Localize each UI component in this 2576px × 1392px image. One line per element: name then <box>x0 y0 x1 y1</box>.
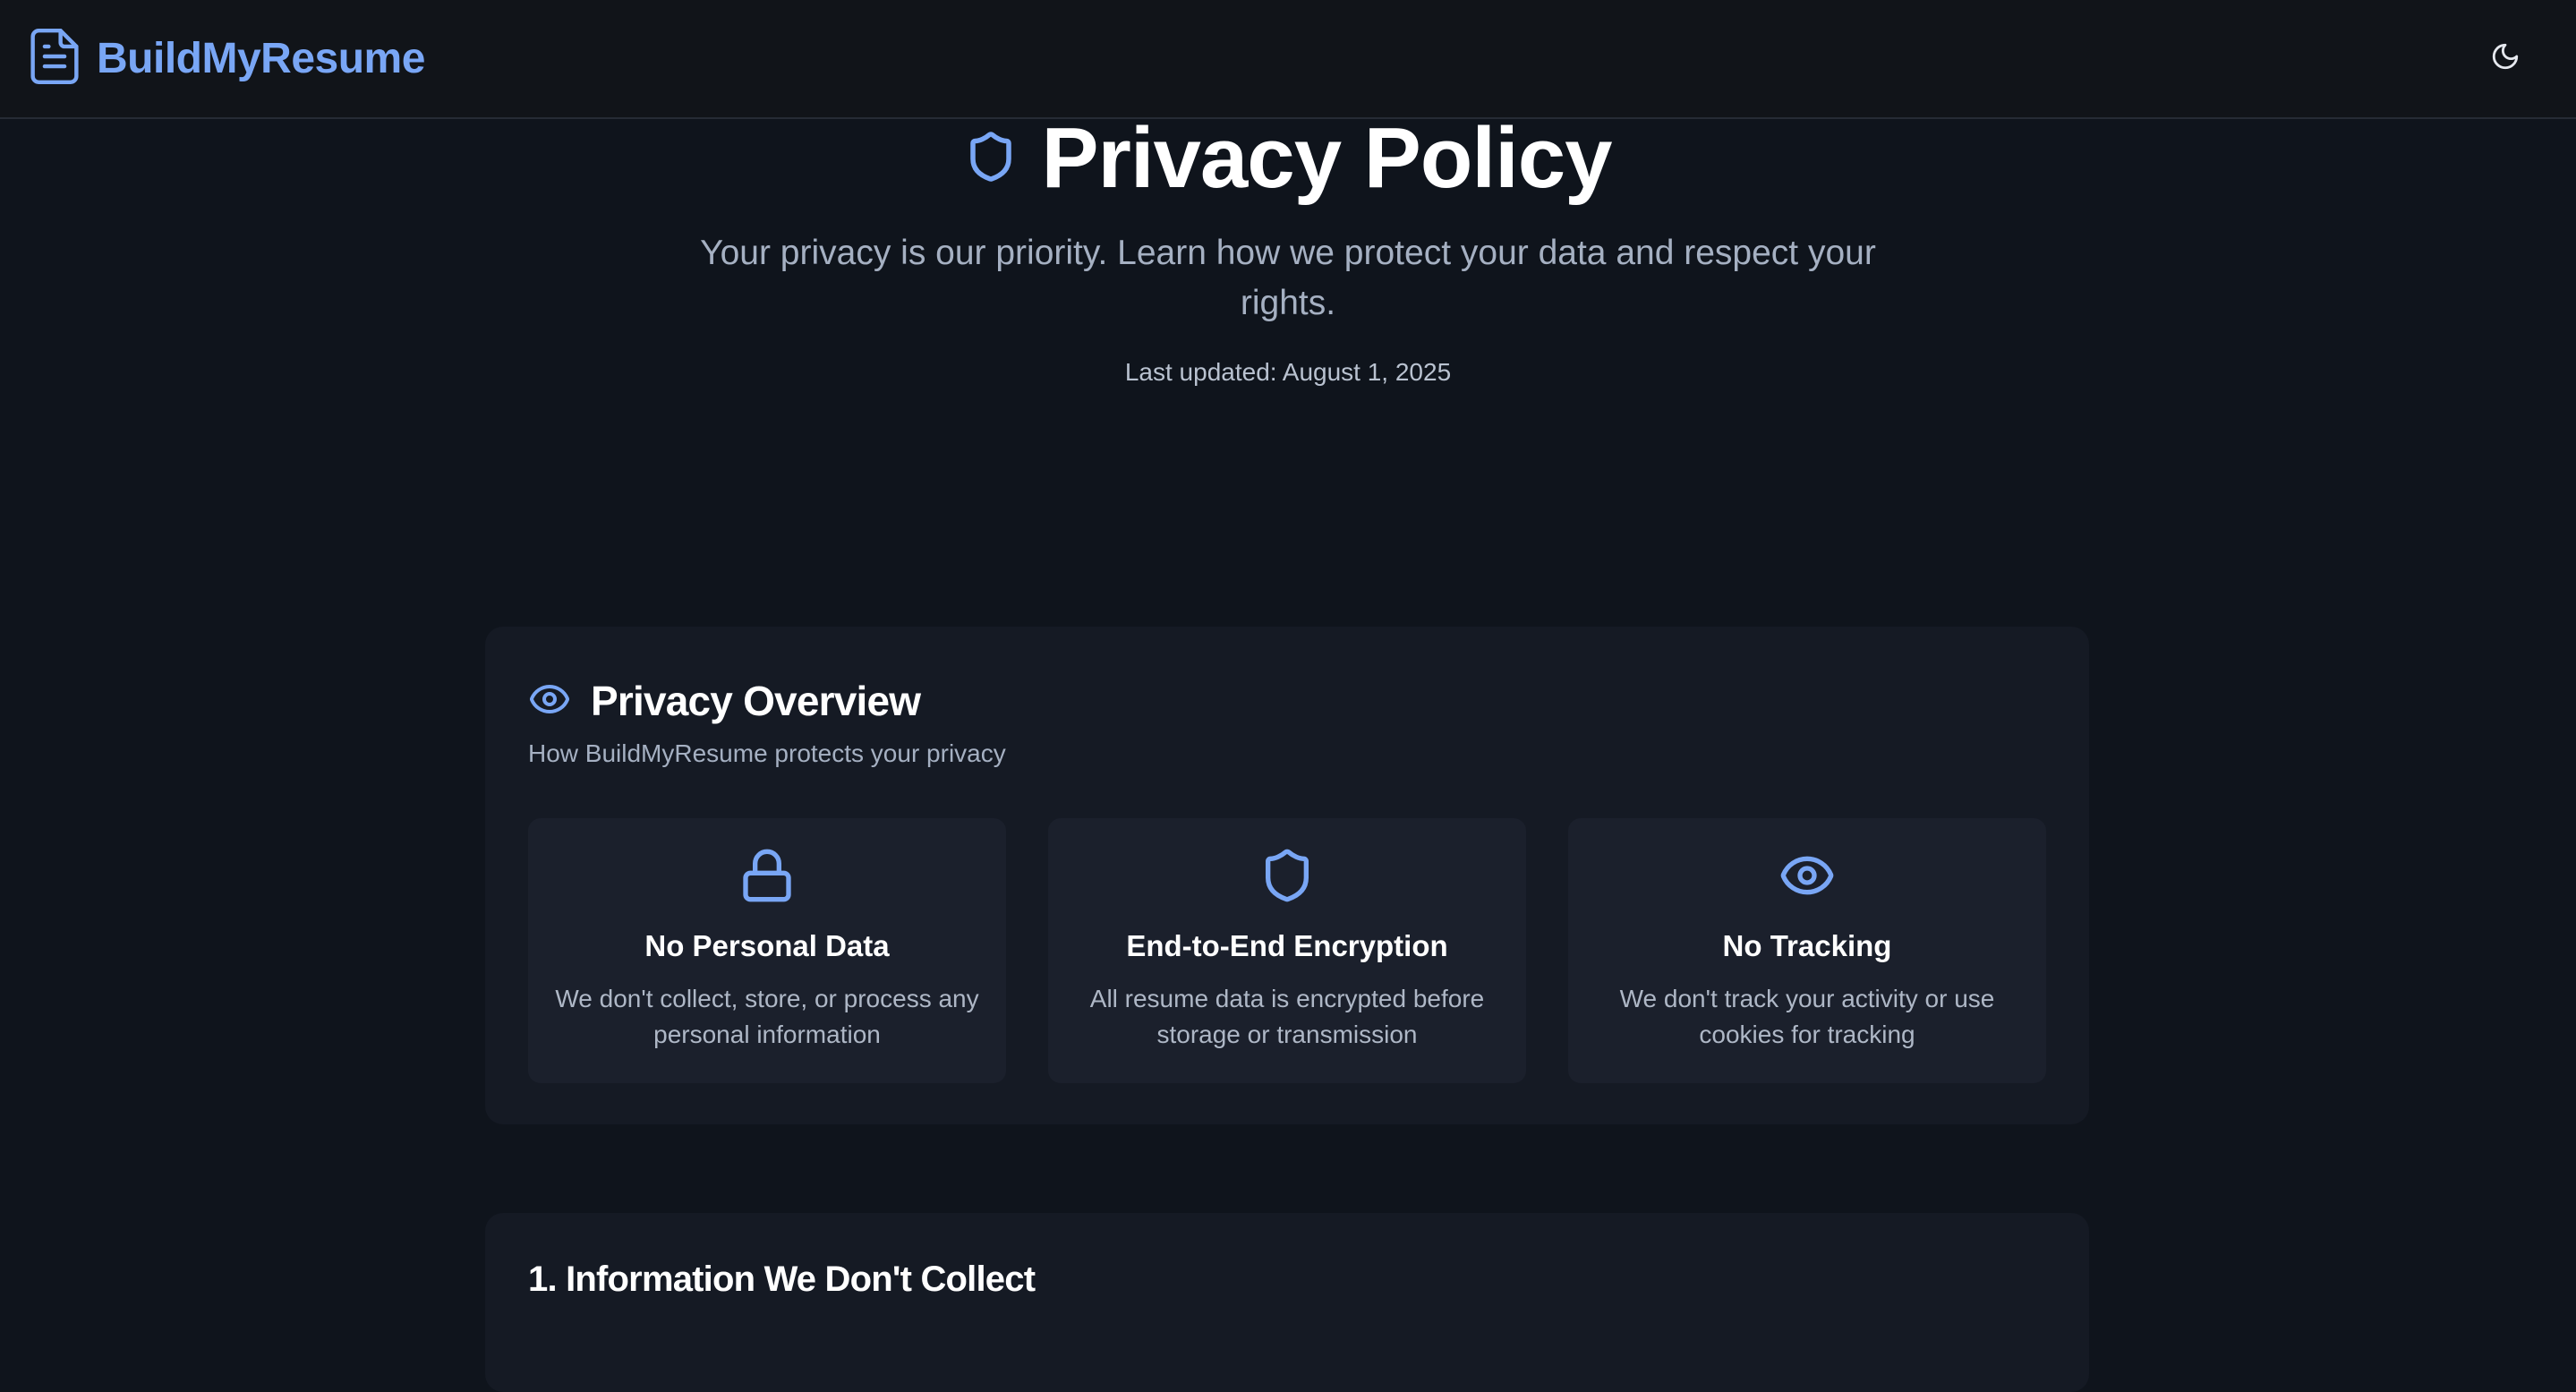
file-text-icon <box>30 28 79 89</box>
feature-title: End-to-End Encryption <box>1126 929 1448 962</box>
page-title-row: Privacy Policy <box>0 109 2576 208</box>
overview-description: How BuildMyResume protects your privacy <box>528 739 1006 767</box>
page-subtitle: Your privacy is our priority. Learn how … <box>700 234 1876 322</box>
section-title: 1. Information We Don't Collect <box>528 1260 1036 1299</box>
theme-toggle-button[interactable] <box>2486 39 2524 77</box>
feature-card-no-personal-data: No Personal Data We don't collect, store… <box>528 818 1006 1083</box>
feature-description: We don't collect, store, or process any … <box>555 985 979 1048</box>
feature-list: No Personal Data We don't collect, store… <box>528 818 2046 1083</box>
section-card-information: 1. Information We Don't Collect <box>485 1213 2089 1392</box>
top-header: BuildMyResume <box>0 0 2576 119</box>
brand-link[interactable]: BuildMyResume <box>30 27 425 90</box>
feature-card-encryption: End-to-End Encryption All resume data is… <box>1048 818 1526 1083</box>
brand-name: BuildMyResume <box>97 34 425 82</box>
last-updated-text: Last updated: August 1, 2025 <box>1124 358 1452 386</box>
feature-title: No Tracking <box>1722 929 1892 962</box>
shield-icon <box>964 127 1018 191</box>
overview-title: Privacy Overview <box>591 678 921 724</box>
feature-description: All resume data is encrypted before stor… <box>1089 985 1485 1048</box>
eye-icon <box>528 678 571 725</box>
overview-header: Privacy Overview <box>528 671 921 730</box>
feature-card-no-tracking: No Tracking We don't track your activity… <box>1568 818 2046 1083</box>
privacy-overview-card: Privacy Overview How BuildMyResume prote… <box>485 627 2089 1124</box>
feature-title: No Personal Data <box>644 929 890 962</box>
page-title: Privacy Policy <box>1041 110 1612 206</box>
moon-icon <box>2490 41 2521 76</box>
feature-description: We don't track your activity or use cook… <box>1619 985 1995 1048</box>
